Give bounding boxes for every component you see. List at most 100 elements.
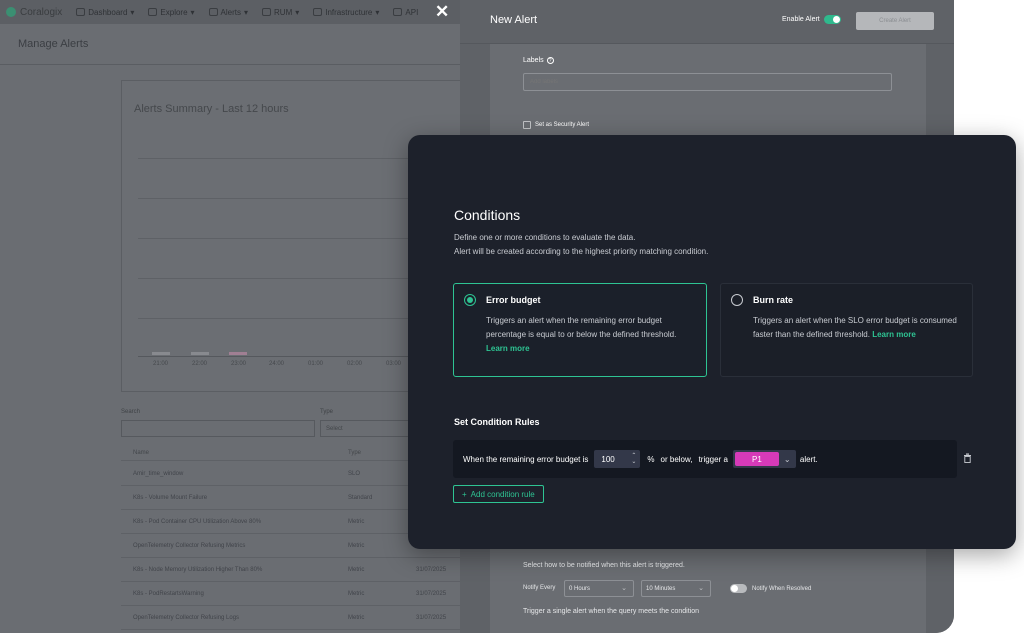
- panel-header: New Alert Enable Alert Create Alert: [460, 0, 954, 44]
- hours-value: 0 Hours: [569, 586, 591, 592]
- nav-explore[interactable]: Explore ▾: [148, 7, 195, 17]
- nav-alerts[interactable]: Alerts ▾: [208, 8, 248, 17]
- row-name: K8s - Pod Container CPU Utilization Abov…: [133, 519, 262, 525]
- condition-rule: When the remaining error budget is 100 ⌃…: [453, 440, 957, 478]
- search-label: Search: [121, 409, 141, 415]
- summary-bar: [229, 352, 247, 355]
- burn-rate-option[interactable]: Burn rate Triggers an alert when the SLO…: [720, 283, 973, 377]
- conditions-description: Define one or more conditions to evaluat…: [454, 233, 636, 242]
- table-row[interactable]: K8s - Node Memory Utilization Higher Tha…: [121, 558, 461, 582]
- notify-when-resolved-toggle[interactable]: [730, 584, 747, 593]
- search-input[interactable]: [121, 420, 315, 437]
- nav-infrastructure[interactable]: Infrastructure ▾: [313, 8, 379, 17]
- nav-dashboard[interactable]: Dashboard ▾: [76, 8, 134, 17]
- enable-alert-toggle[interactable]: [823, 15, 841, 24]
- burn-rate-description: Triggers an alert when the SLO error bud…: [753, 316, 957, 339]
- checkbox-icon: [523, 121, 531, 129]
- row-type: Standard: [348, 495, 373, 501]
- row-type: Metric: [348, 567, 365, 573]
- chevron-down-icon: ⌄: [698, 585, 704, 592]
- summary-bar: [191, 352, 209, 355]
- nav-infrastructure-label: Infrastructure: [325, 7, 373, 17]
- chevron-down-icon: ⌄: [783, 454, 791, 464]
- api-icon: [393, 8, 403, 16]
- summary-bar: [152, 352, 170, 355]
- coralogix-logo-icon: [6, 7, 16, 17]
- row-type: Metric: [348, 615, 365, 621]
- single-alert-text: Trigger a single alert when the query me…: [523, 608, 700, 615]
- enable-alert-label: Enable Alert: [782, 16, 820, 23]
- x-tick: 21:00: [153, 361, 169, 367]
- burn-rate-title: Burn rate: [753, 295, 794, 305]
- learn-more-link[interactable]: Learn more: [872, 330, 916, 339]
- type-label: Type: [320, 409, 334, 415]
- page-title: Manage Alerts: [18, 38, 89, 50]
- conditions-description: Alert will be created according to the h…: [454, 247, 709, 256]
- error-budget-title: Error budget: [486, 295, 541, 305]
- plus-icon: +: [462, 489, 467, 499]
- row-name: K8s - Node Memory Utilization Higher Tha…: [133, 567, 263, 573]
- nav-api[interactable]: API: [393, 8, 418, 17]
- conditions-title: Conditions: [454, 207, 521, 223]
- radio-selected-icon: [464, 294, 476, 306]
- x-tick: 24:00: [269, 361, 285, 367]
- row-date: 31/07/2025: [416, 591, 447, 597]
- nav-explore-label: Explore: [160, 7, 188, 17]
- summary-title: Alerts Summary - Last 12 hours: [134, 103, 289, 115]
- stepper-arrows-icon[interactable]: ⌃ ⌄: [631, 453, 636, 465]
- conditions-card: Conditions Define one or more conditions…: [408, 135, 1016, 549]
- minutes-select[interactable]: 10 Minutes ⌄: [641, 580, 711, 597]
- nav-api-label: API: [405, 7, 419, 17]
- bell-icon: [208, 8, 218, 16]
- brand-name: Coralogix: [20, 6, 63, 18]
- gridline: [138, 318, 438, 319]
- security-alert-label: Set as Security Alert: [535, 122, 590, 128]
- rule-trigger: trigger a: [698, 454, 728, 464]
- percent-sign: %: [647, 454, 655, 464]
- add-condition-rule-button[interactable]: + Add condition rule: [453, 485, 544, 503]
- priority-select[interactable]: P1 ⌄: [732, 450, 796, 468]
- close-icon[interactable]: ✕: [435, 2, 449, 22]
- nav-rum-label: RUM: [274, 7, 293, 17]
- notify-description: Select how to be notified when this aler…: [523, 562, 685, 569]
- hours-select[interactable]: 0 Hours ⌄: [564, 580, 634, 597]
- enable-alert: Enable Alert: [782, 15, 841, 24]
- rum-icon: [262, 8, 272, 16]
- row-type: Metric: [348, 519, 365, 525]
- table-row[interactable]: K8s - PodRestartsWarning Metric 31/07/2025: [121, 582, 461, 606]
- labels-input[interactable]: [523, 73, 892, 91]
- x-tick: 01:00: [308, 361, 324, 367]
- row-name: Amir_time_window: [133, 471, 184, 477]
- table-row[interactable]: OpenTelemetry Collector Refusing Logs Met…: [121, 606, 461, 630]
- divider: [0, 64, 460, 65]
- notify-every-label: Notify Every: [523, 585, 556, 591]
- threshold-stepper[interactable]: 100 ⌃ ⌄: [594, 450, 641, 468]
- nav-rum[interactable]: RUM ▾: [262, 8, 299, 17]
- security-alert-checkbox[interactable]: Set as Security Alert: [523, 121, 589, 129]
- gridline: [138, 198, 438, 199]
- learn-more-link[interactable]: Learn more: [486, 344, 530, 353]
- x-tick: 02:00: [347, 361, 363, 367]
- labels-label-text: Labels: [523, 57, 544, 64]
- row-date: 31/07/2025: [416, 615, 447, 621]
- create-alert-button[interactable]: Create Alert: [856, 12, 934, 30]
- rules-title: Set Condition Rules: [454, 417, 540, 427]
- trash-icon[interactable]: [963, 453, 972, 463]
- infrastructure-icon: [313, 8, 323, 16]
- row-name: OpenTelemetry Collector Refusing Logs: [133, 615, 240, 621]
- explore-icon: [148, 8, 158, 16]
- error-budget-description: Triggers an alert when the remaining err…: [486, 316, 677, 339]
- error-budget-option[interactable]: Error budget Triggers an alert when the …: [453, 283, 707, 377]
- header-name: Name: [133, 450, 150, 456]
- help-icon[interactable]: ?: [546, 57, 554, 64]
- burn-rate-text: Triggers an alert when the SLO error bud…: [753, 314, 967, 342]
- rule-suffix: or below,: [660, 454, 693, 464]
- x-tick: 22:00: [192, 361, 208, 367]
- row-name: K8s - Volume Mount Failure: [133, 495, 208, 501]
- gridline: [138, 238, 438, 239]
- error-budget-text: Triggers an alert when the remaining err…: [486, 314, 700, 356]
- top-nav: Coralogix Dashboard ▾ Explore ▾ Alerts ▾ RU…: [0, 0, 460, 24]
- nav-dashboard-label: Dashboard: [88, 7, 128, 17]
- x-tick: 03:00: [386, 361, 402, 367]
- brand[interactable]: Coralogix: [6, 7, 62, 18]
